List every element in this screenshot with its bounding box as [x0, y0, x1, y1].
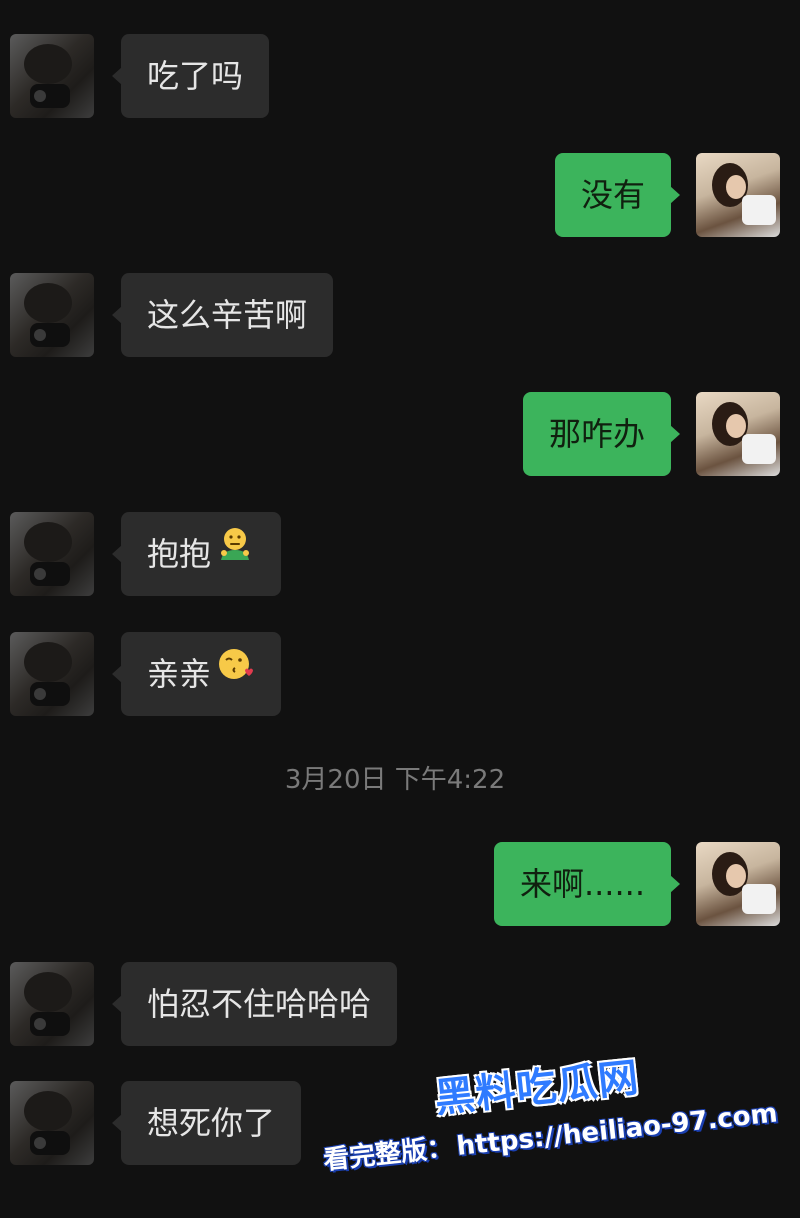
message-bubble[interactable]: 吃了吗	[111, 34, 270, 118]
message-text: 抱抱	[147, 535, 212, 573]
message-row-outgoing: 来啊......	[0, 842, 800, 928]
chat-thread[interactable]: 吃了吗 没有 这么辛苦啊 那咋办 抱抱 亲亲 3月20日 下午4:22 来啊..…	[0, 0, 800, 1200]
my-avatar[interactable]	[696, 153, 780, 237]
message-row-incoming: 吃了吗	[0, 34, 800, 120]
my-avatar[interactable]	[696, 392, 780, 476]
message-bubble[interactable]: 怕忍不住哈哈哈	[111, 962, 398, 1046]
message-text: 来啊......	[519, 865, 645, 903]
message-bubble[interactable]: 没有	[554, 153, 681, 237]
message-bubble[interactable]: 抱抱	[111, 511, 282, 596]
message-text: 这么辛苦啊	[147, 296, 308, 334]
contact-avatar[interactable]	[10, 632, 94, 716]
message-bubble[interactable]: 那咋办	[522, 392, 681, 476]
message-text: 亲亲	[147, 655, 212, 693]
contact-avatar[interactable]	[10, 34, 94, 118]
message-text: 怕忍不住哈哈哈	[147, 985, 372, 1023]
message-text: 没有	[580, 176, 645, 214]
my-avatar[interactable]	[696, 842, 780, 926]
message-bubble[interactable]: 想死你了	[111, 1081, 302, 1165]
message-row-incoming: 怕忍不住哈哈哈	[0, 962, 800, 1048]
kissing-heart-emoji-icon	[215, 631, 255, 715]
message-row-incoming: 抱抱	[0, 512, 800, 598]
message-text: 那咋办	[548, 415, 645, 453]
contact-avatar[interactable]	[10, 273, 94, 357]
contact-avatar[interactable]	[10, 962, 94, 1046]
message-timestamp: 3月20日 下午4:22	[284, 765, 506, 795]
message-row-outgoing: 没有	[0, 153, 800, 239]
contact-avatar[interactable]	[10, 512, 94, 596]
message-row-incoming: 这么辛苦啊	[0, 273, 800, 359]
message-text: 想死你了	[147, 1104, 276, 1142]
message-bubble[interactable]: 亲亲	[111, 631, 282, 716]
contact-avatar[interactable]	[10, 1081, 94, 1165]
watermark-label: 看完整版：	[321, 1132, 455, 1176]
message-row-incoming: 亲亲	[0, 632, 800, 718]
message-text: 吃了吗	[147, 57, 244, 95]
message-row-outgoing: 那咋办	[0, 392, 800, 478]
message-bubble[interactable]: 这么辛苦啊	[111, 273, 334, 357]
hug-emoji-icon	[215, 511, 255, 595]
message-bubble[interactable]: 来啊......	[493, 842, 681, 926]
